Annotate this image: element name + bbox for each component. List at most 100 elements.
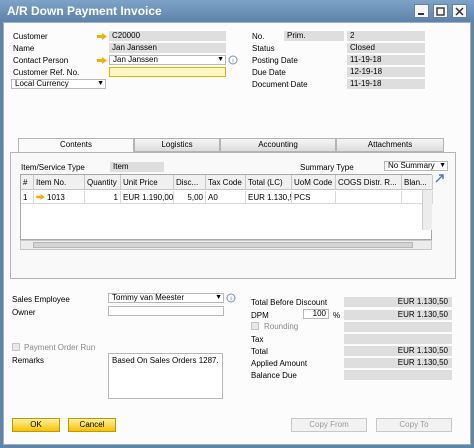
info-icon[interactable]: i [226,293,236,303]
due-date-label: Due Date [252,68,286,77]
vertical-scrollbar[interactable] [422,190,432,230]
balance-due-label: Balance Due [251,371,297,380]
svg-text:i: i [230,297,231,303]
total-label: Total [251,347,268,356]
posting-date-field[interactable]: 11-19-18 [347,55,425,65]
minimize-icon [418,12,424,15]
ok-button[interactable]: OK [12,418,60,432]
payment-order-run-checkbox[interactable] [12,343,20,351]
item-number: 1013 [47,193,65,202]
percent-sign: % [333,311,341,320]
tab-accounting[interactable]: Accounting [220,138,336,152]
customer-field[interactable]: C20000 [109,31,226,41]
column-header[interactable]: Tax Code [206,175,246,190]
currency-select[interactable]: Local Currency ▼ [11,79,106,89]
copy-from-button[interactable]: Copy From [291,418,367,432]
column-header[interactable]: Disc... [174,175,206,190]
column-header[interactable]: Unit Price [121,175,174,190]
rounding-label: Rounding [264,322,299,331]
total-field: EUR 1.130,50 [344,346,452,356]
chevron-down-icon[interactable]: ▼ [97,80,104,88]
summary-type-value: No Summary [388,161,435,170]
contact-person-value: Jan Janssen [113,55,158,64]
chevron-down-icon[interactable]: ▼ [439,162,446,170]
name-label: Name [13,44,35,53]
items-table: # Item No. Quantity Unit Price Disc... T… [20,174,433,240]
chevron-down-icon[interactable]: ▼ [217,56,224,64]
table-cell[interactable]: 1 [21,191,34,204]
horizontal-scrollbar[interactable] [20,240,432,250]
cancel-button[interactable]: Cancel [68,418,116,432]
column-header[interactable]: UoM Code [292,175,336,190]
applied-amount-field: EUR 1.130,50 [344,358,452,368]
customer-ref-input[interactable] [109,67,226,77]
total-before-discount-field: EUR 1.130,50 [344,297,452,307]
customer-label: Customer [13,32,48,41]
table-cell[interactable]: 5,00 [174,191,206,204]
table-cell[interactable]: PCS [292,191,336,204]
status-label: Status [252,44,275,53]
remarks-textarea[interactable]: Based On Sales Orders 1287. [108,353,223,399]
contact-person-field[interactable]: Jan Janssen ▼ [109,55,226,65]
window-title: A/R Down Payment Invoice [7,4,162,18]
series-field[interactable]: Prim. [284,31,344,41]
tab-logistics[interactable]: Logistics [134,138,220,152]
table-cell[interactable]: EUR 1.130,50 [246,191,292,204]
tax-field [344,334,452,344]
link-arrow-icon[interactable] [97,33,107,40]
window: A/R Down Payment Invoice Customer C20000… [0,0,474,448]
sales-employee-value: Tommy van Meester [112,293,185,302]
maximize-button[interactable] [433,4,448,18]
dpm-amount-field: EUR 1.130,50 [344,310,452,320]
column-header[interactable]: Item No. [34,175,85,190]
rounding-checkbox[interactable] [251,322,259,330]
column-header[interactable]: COGS Distr. R... [336,175,402,190]
column-header[interactable]: Blan... [402,175,433,190]
document-date-label: Document Date [252,80,308,89]
customer-ref-label: Customer Ref. No. [13,68,80,77]
expand-arrow-icon[interactable] [435,173,445,183]
column-header[interactable]: Total (LC) [246,175,292,190]
close-icon [455,6,464,16]
table-cell[interactable] [336,191,402,204]
item-service-type-label: Item/Service Type [21,163,85,172]
link-arrow-icon[interactable] [36,194,45,200]
owner-label: Owner [12,308,36,317]
table-cell[interactable]: 1013 [34,191,85,204]
balance-due-field [344,370,452,380]
doc-number-field[interactable]: 2 [347,31,425,41]
contact-person-label: Contact Person [13,56,69,65]
rounding-field [344,322,452,332]
currency-value: Local Currency [15,79,69,88]
tab-contents[interactable]: Contents [18,138,134,153]
minimize-button[interactable] [414,4,429,18]
document-date-field[interactable]: 11-19-18 [347,79,425,89]
scrollbar-thumb[interactable] [33,242,413,248]
table-cell[interactable]: A0 [206,191,246,204]
name-field[interactable]: Jan Janssen [109,43,226,53]
dpm-percent-input[interactable]: 100 [303,309,329,319]
summary-type-label: Summary Type [300,163,354,172]
chevron-down-icon[interactable]: ▼ [215,294,222,302]
table-cell[interactable]: EUR 1.190,00 [121,191,174,204]
maximize-icon [436,6,445,16]
column-header[interactable]: Quantity [85,175,121,190]
dpm-label: DPM [251,311,269,320]
applied-amount-label: Applied Amount [251,359,308,368]
tab-attachments[interactable]: Attachments [336,138,444,152]
summary-type-select[interactable]: No Summary ▼ [384,161,448,171]
owner-input[interactable] [108,306,224,316]
link-arrow-icon[interactable] [97,57,107,64]
copy-to-button[interactable]: Copy To [376,418,452,432]
title-bar[interactable]: A/R Down Payment Invoice [0,0,474,22]
table-cell[interactable]: 1 [85,191,121,204]
sales-employee-select[interactable]: Tommy van Meester ▼ [108,293,224,303]
due-date-field[interactable]: 12-19-18 [347,67,425,77]
no-label: No. [252,32,265,41]
column-header[interactable]: # [21,175,34,190]
sales-employee-label: Sales Employee [12,295,70,304]
info-icon[interactable]: i [228,55,238,65]
posting-date-label: Posting Date [252,56,298,65]
close-button[interactable] [452,4,467,18]
item-service-type-field[interactable]: Item [110,162,164,172]
